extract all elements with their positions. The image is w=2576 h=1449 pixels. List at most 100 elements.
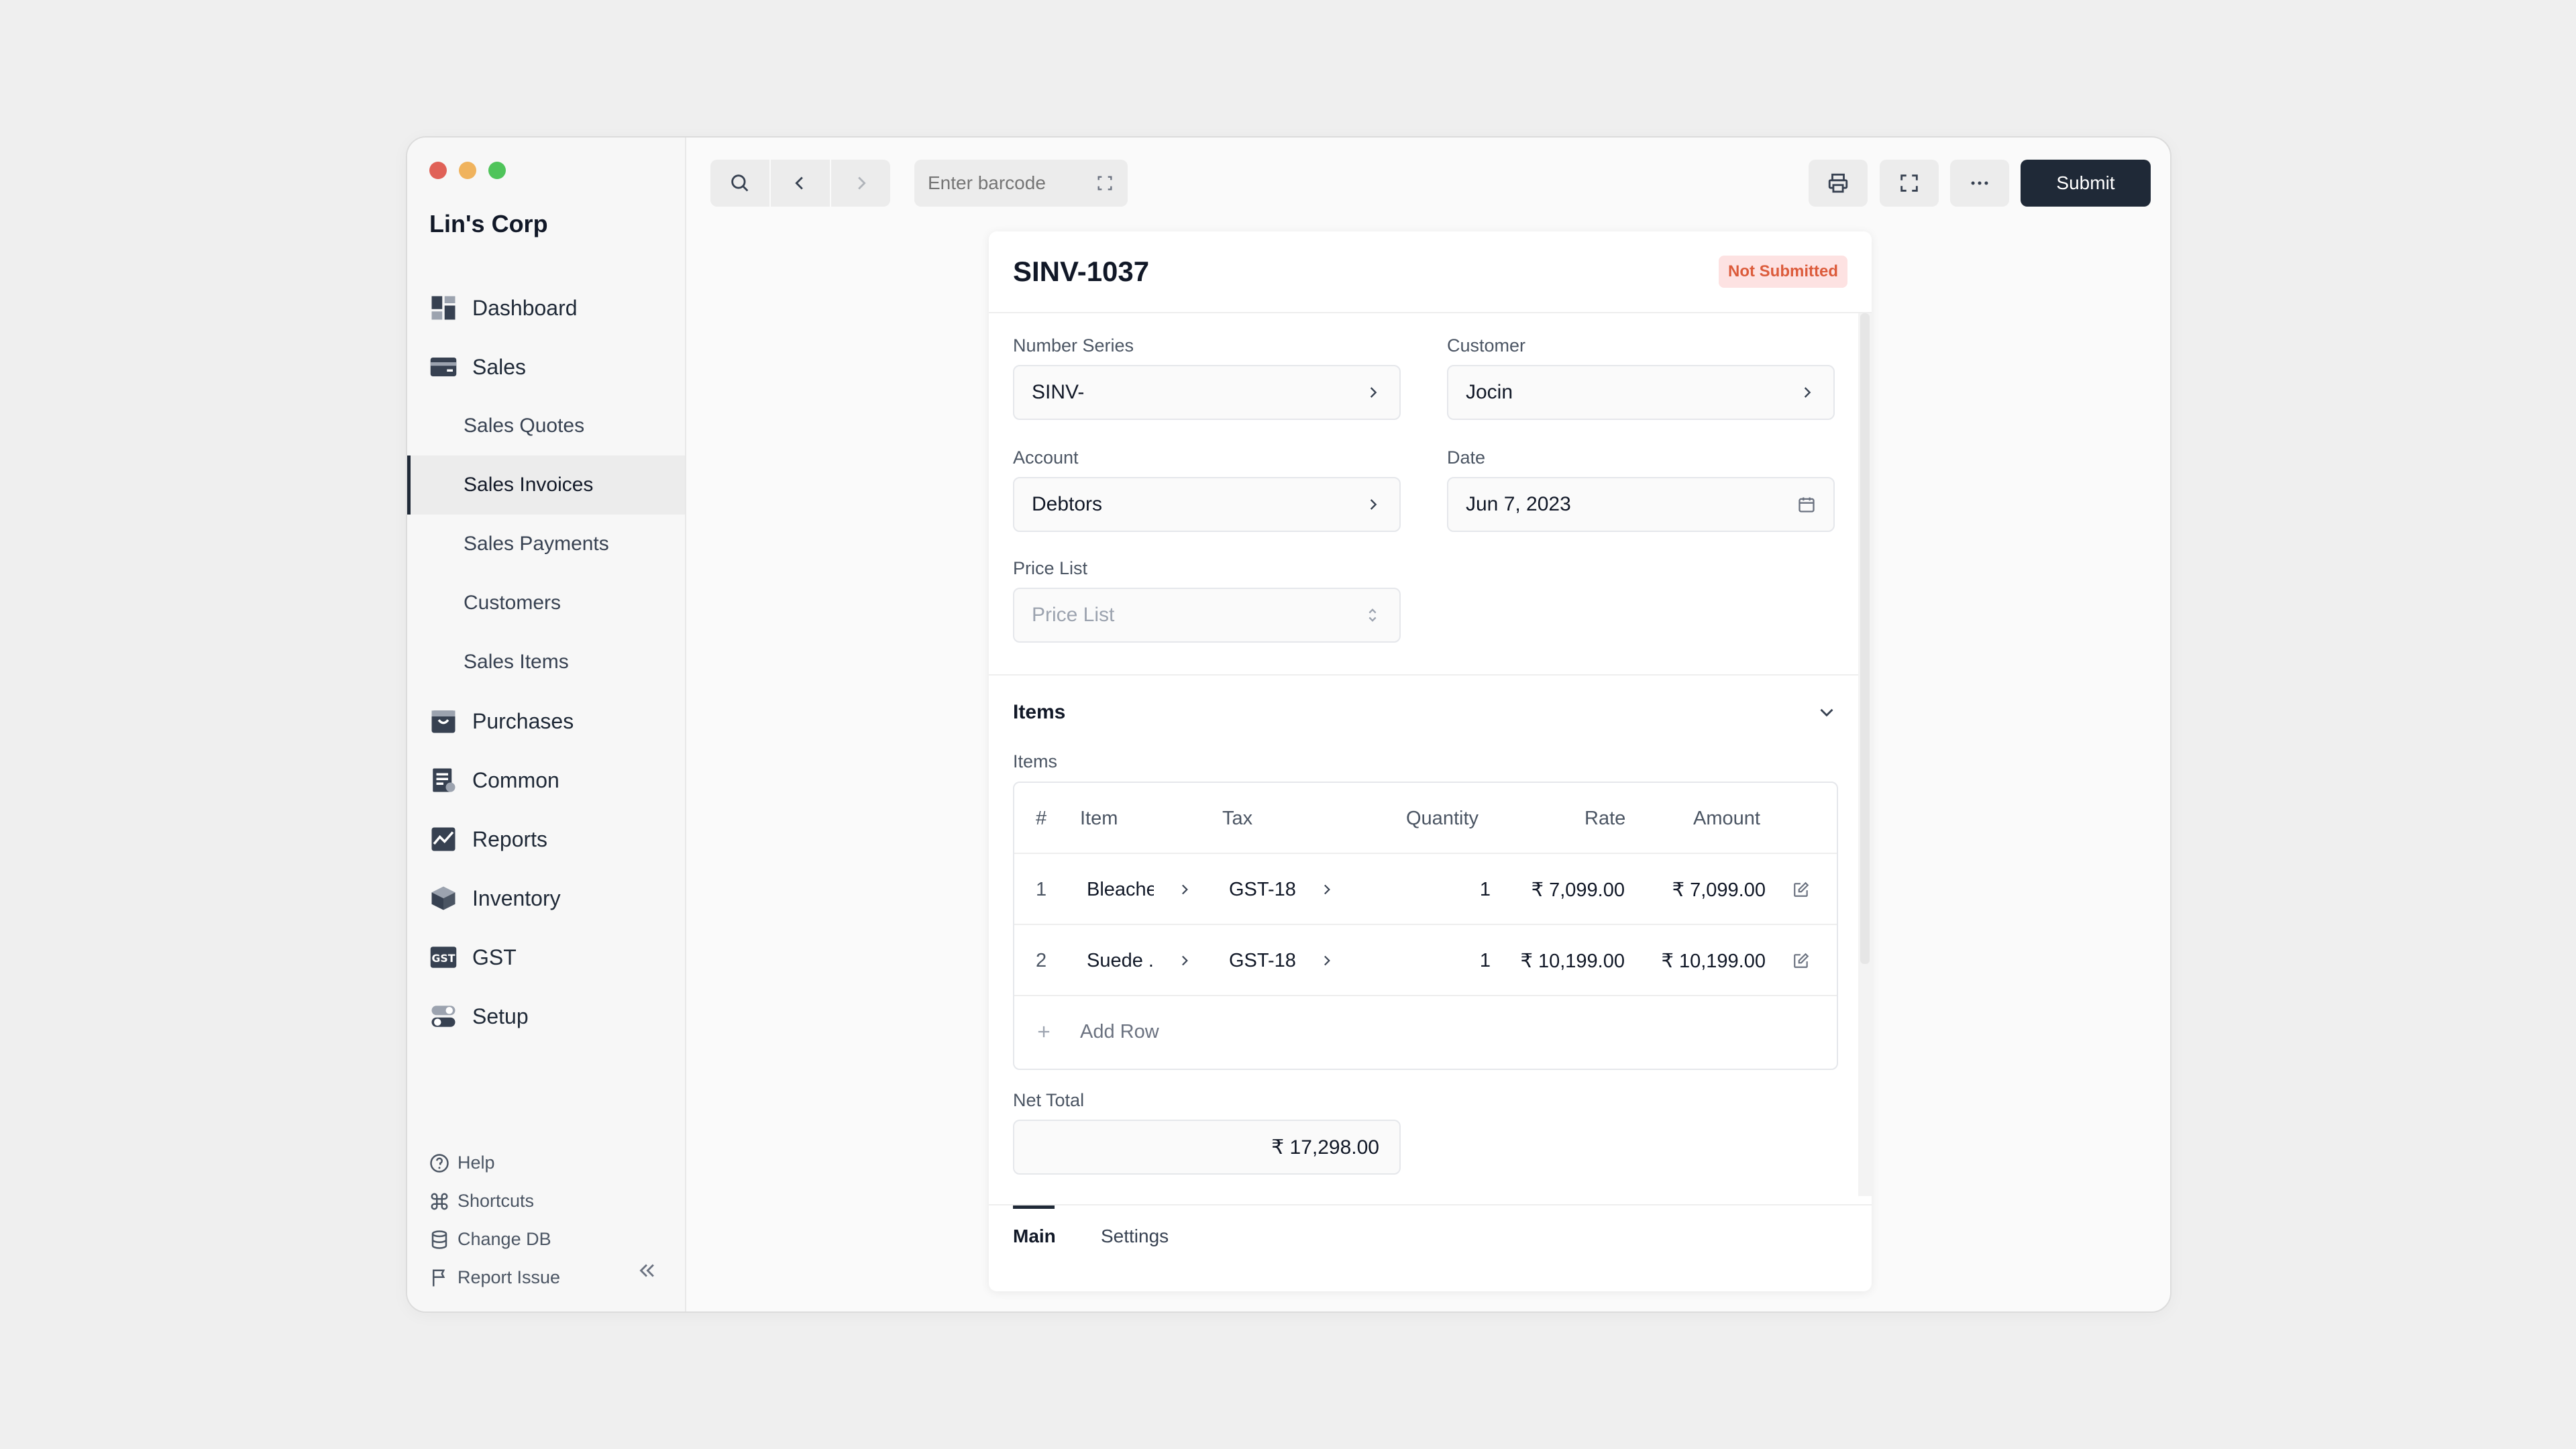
sidebar-item-label: Sales: [472, 354, 527, 379]
maximize-window-button[interactable]: [488, 162, 506, 179]
barcode-field[interactable]: [914, 160, 1128, 207]
edit-row-icon[interactable]: [1792, 925, 1810, 996]
sidebar-item-purchases[interactable]: Purchases: [407, 692, 685, 751]
column-header-amount: Amount: [1693, 807, 1760, 829]
chevron-right-icon[interactable]: [1318, 925, 1335, 996]
submit-button[interactable]: Submit: [2021, 160, 2151, 207]
shortcuts-label: Shortcuts: [458, 1191, 535, 1211]
sidebar-subitem-sales-quotes[interactable]: Sales Quotes: [407, 396, 685, 455]
invoice-title: SINV-1037: [1013, 256, 1150, 287]
price-list-select[interactable]: Price List: [1013, 588, 1401, 643]
inventory-icon: [429, 884, 458, 912]
number-series-value: SINV-: [1032, 381, 1085, 403]
number-series-label: Number Series: [1013, 335, 1134, 356]
row-rate[interactable]: ₹ 7,099.00: [1497, 854, 1625, 925]
purchases-icon: [429, 707, 458, 735]
sidebar-item-label: Reports: [472, 826, 548, 851]
close-window-button[interactable]: [429, 162, 447, 179]
forward-button[interactable]: [831, 160, 890, 207]
table-row: 1 Bleachе GST-18 1 ₹ 7,099.00 ₹ 7,099.00: [1014, 854, 1837, 925]
report-issue-link[interactable]: Report Issue: [429, 1258, 671, 1297]
report-issue-label: Report Issue: [458, 1267, 561, 1287]
shortcuts-link[interactable]: Shortcuts: [429, 1182, 671, 1220]
customer-select[interactable]: Jocin: [1447, 365, 1835, 420]
sidebar-item-sales[interactable]: Sales: [407, 337, 685, 396]
sidebar-item-label: Dashboard: [472, 295, 578, 320]
row-item[interactable]: Suede .: [1087, 925, 1154, 996]
form-tabs: Main Settings: [989, 1204, 1872, 1291]
printer-icon: [1828, 173, 1848, 193]
table-row: 2 Suede . GST-18 1 ₹ 10,199.00 ₹ 10,199.…: [1014, 925, 1837, 996]
chevron-right-icon[interactable]: [1175, 854, 1193, 925]
add-row-button[interactable]: Add Row: [1014, 996, 1837, 1067]
sidebar-item-common[interactable]: Common: [407, 751, 685, 810]
reports-icon: [429, 825, 458, 853]
date-picker[interactable]: Jun 7, 2023: [1447, 477, 1835, 532]
net-total-value: ₹ 17,298.00: [1013, 1120, 1401, 1175]
scan-icon: [1097, 176, 1112, 191]
svg-text:GST: GST: [431, 952, 455, 965]
sidebar-subitem-customers[interactable]: Customers: [407, 574, 685, 633]
row-number: 2: [1036, 949, 1047, 971]
date-field: Date Jun 7, 2023: [1447, 447, 1835, 532]
more-options-button[interactable]: [1950, 160, 2009, 207]
date-label: Date: [1447, 447, 1486, 468]
edit-row-icon[interactable]: [1792, 854, 1810, 925]
row-rate[interactable]: ₹ 10,199.00: [1497, 925, 1625, 996]
sidebar-item-reports[interactable]: Reports: [407, 810, 685, 869]
chevron-right-icon: [1370, 387, 1377, 398]
tab-main[interactable]: Main: [1013, 1226, 1056, 1247]
price-list-label: Price List: [1013, 558, 1088, 578]
sidebar: Lin's Corp Dashboard Sales Sales Quotes …: [407, 138, 686, 1311]
chevron-right-icon[interactable]: [1175, 925, 1193, 996]
sidebar-subitem-sales-payments[interactable]: Sales Payments: [407, 515, 685, 574]
sidebar-item-dashboard[interactable]: Dashboard: [407, 278, 685, 337]
change-db-link[interactable]: Change DB: [429, 1220, 671, 1258]
barcode-input[interactable]: [928, 172, 1089, 194]
row-item[interactable]: Bleachе: [1087, 854, 1154, 925]
chevron-left-icon: [795, 176, 803, 190]
tab-settings[interactable]: Settings: [1101, 1226, 1169, 1247]
date-value: Jun 7, 2023: [1466, 493, 1571, 515]
print-button[interactable]: [1809, 160, 1868, 207]
sidebar-item-setup[interactable]: Setup: [407, 987, 685, 1046]
column-header-item: Item: [1080, 807, 1118, 829]
row-tax[interactable]: GST-18: [1229, 854, 1296, 925]
sidebar-item-inventory[interactable]: Inventory: [407, 869, 685, 928]
dashboard-icon: [429, 294, 458, 322]
form-scrollbar[interactable]: [1858, 313, 1872, 1196]
sidebar-item-label: Purchases: [472, 708, 574, 733]
account-label: Account: [1013, 447, 1079, 468]
chevron-down-icon[interactable]: [1815, 701, 1838, 724]
chevron-right-icon: [1370, 499, 1377, 510]
account-select[interactable]: Debtors: [1013, 477, 1401, 532]
items-table: # Item Tax Quantity Rate Amount 1 Bleach…: [1013, 782, 1838, 1070]
expand-icon: [1900, 174, 1918, 192]
chevron-up-down-icon: [1368, 608, 1377, 622]
sidebar-subitem-sales-items[interactable]: Sales Items: [407, 633, 685, 692]
account-value: Debtors: [1032, 493, 1103, 515]
row-tax[interactable]: GST-18: [1229, 925, 1296, 996]
fullscreen-button[interactable]: [1880, 160, 1939, 207]
number-series-select[interactable]: SINV-: [1013, 365, 1401, 420]
row-quantity[interactable]: 1: [1457, 854, 1491, 925]
search-icon: [731, 174, 749, 192]
chevron-right-icon: [858, 176, 866, 190]
scrollbar-thumb[interactable]: [1860, 313, 1870, 964]
sidebar-subitem-sales-invoices[interactable]: Sales Invoices: [407, 455, 685, 515]
add-row-label: Add Row: [1080, 1020, 1159, 1042]
invoice-header: SINV-1037 Not Submitted: [989, 231, 1872, 313]
help-link[interactable]: Help: [429, 1144, 671, 1182]
back-button[interactable]: [771, 160, 830, 207]
search-button[interactable]: [710, 160, 769, 207]
price-list-placeholder: Price List: [1032, 604, 1115, 626]
help-label: Help: [458, 1152, 495, 1173]
sidebar-item-label: Common: [472, 767, 559, 792]
customer-field: Customer Jocin: [1447, 335, 1835, 420]
sidebar-item-gst[interactable]: GST GST: [407, 928, 685, 987]
chevron-right-icon[interactable]: [1318, 854, 1335, 925]
row-quantity[interactable]: 1: [1457, 925, 1491, 996]
minimize-window-button[interactable]: [459, 162, 476, 179]
row-number: 1: [1036, 878, 1047, 900]
collapse-sidebar-icon[interactable]: [635, 1259, 658, 1282]
